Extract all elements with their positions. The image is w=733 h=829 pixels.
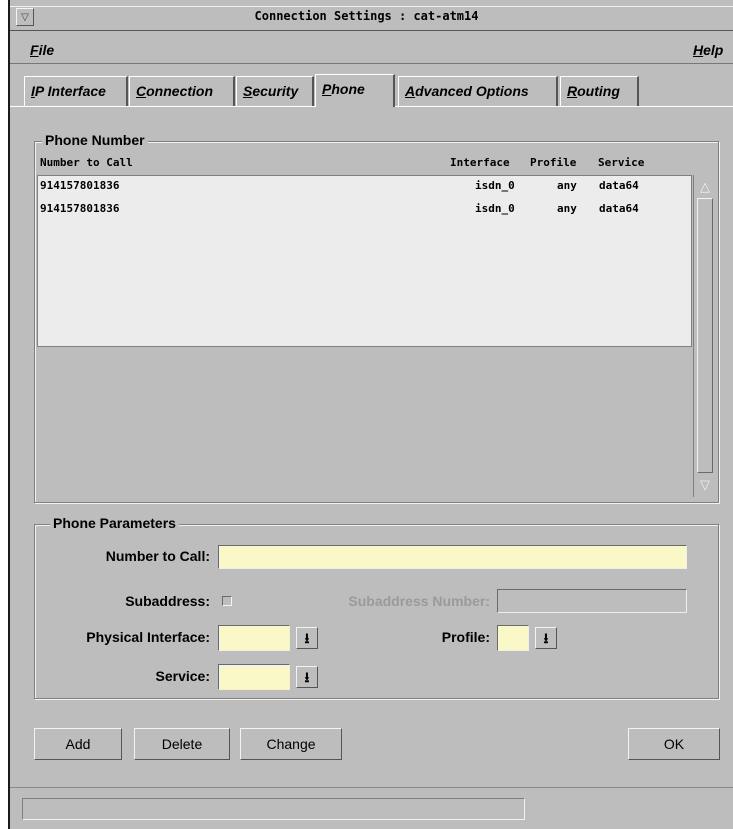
tab-label: outing <box>577 83 620 99</box>
tab-routing[interactable]: Routing <box>560 76 639 106</box>
subaddress-checkbox[interactable] <box>222 596 232 606</box>
scroll-down-arrow-icon[interactable]: ▽ <box>696 476 714 494</box>
tab-advanced-options[interactable]: Advanced Options <box>398 76 558 106</box>
column-header-number[interactable]: Number to Call <box>40 156 133 169</box>
change-button[interactable]: Change <box>240 728 342 760</box>
window-title: Connection Settings : cat-atm14 <box>254 9 479 23</box>
row-number: 914157801836 <box>40 202 120 215</box>
window-border <box>8 0 10 829</box>
delete-button[interactable]: Delete <box>134 728 230 760</box>
physical-interface-dropdown-icon[interactable]: ⭳ <box>296 627 318 649</box>
number-to-call-label: Number to Call: <box>105 548 210 564</box>
row-interface: isdn_0 <box>475 202 515 215</box>
physical-interface-label: Physical Interface: <box>86 629 210 645</box>
menu-bar <box>10 36 733 64</box>
row-number: 914157801836 <box>40 179 120 192</box>
profile-field[interactable] <box>497 625 529 651</box>
table-row[interactable]: 914157801836 isdn_0 any data64 <box>38 194 691 215</box>
menu-help-mnemonic: H <box>693 42 704 58</box>
tab-ip-interface[interactable]: IP Interface <box>24 76 128 106</box>
tab-label: onnection <box>146 83 214 99</box>
tab-mnemonic: C <box>136 83 147 99</box>
scrollbar-thumb[interactable] <box>697 198 713 473</box>
phone-parameters-legend: Phone Parameters <box>50 515 179 531</box>
tab-mnemonic: P <box>322 81 332 97</box>
column-header-service[interactable]: Service <box>598 156 644 169</box>
row-profile: any <box>557 202 577 215</box>
tab-label: hone <box>331 81 365 97</box>
row-service: data64 <box>599 179 639 192</box>
tab-phone[interactable]: Phone <box>315 74 395 107</box>
column-header-interface[interactable]: Interface <box>450 156 510 169</box>
tab-mnemonic: A <box>405 83 416 99</box>
status-bar <box>22 798 525 820</box>
number-to-call-input[interactable] <box>218 545 687 569</box>
scroll-up-arrow-icon[interactable]: △ <box>696 178 714 196</box>
tab-label: dvanced Options <box>415 83 529 99</box>
phone-number-list[interactable]: 914157801836 isdn_0 any data64 914157801… <box>37 175 692 347</box>
tab-security[interactable]: Security <box>236 76 314 106</box>
table-row[interactable]: 914157801836 isdn_0 any data64 <box>38 176 691 194</box>
service-dropdown-icon[interactable]: ⭳ <box>296 666 318 688</box>
profile-label: Profile: <box>441 629 490 645</box>
physical-interface-field[interactable] <box>218 625 290 651</box>
menu-file-mnemonic: F <box>30 42 39 58</box>
row-profile: any <box>557 179 577 192</box>
add-button[interactable]: Add <box>34 728 122 760</box>
tab-label: ecurity <box>252 83 299 99</box>
tab-mnemonic: S <box>243 83 253 99</box>
menu-file[interactable]: File <box>30 42 54 58</box>
menu-help-label: elp <box>703 42 724 58</box>
ok-button[interactable]: OK <box>628 728 720 760</box>
separator <box>10 787 733 788</box>
tab-label: P Interface <box>34 83 106 99</box>
menu-help[interactable]: Help <box>693 42 723 58</box>
profile-dropdown-icon[interactable]: ⭳ <box>535 627 557 649</box>
subaddress-number-input[interactable] <box>497 589 687 613</box>
subaddress-label: Subaddress: <box>125 593 210 609</box>
row-interface: isdn_0 <box>475 179 515 192</box>
service-field[interactable] <box>218 664 290 690</box>
service-label: Service: <box>155 668 210 684</box>
phone-number-legend: Phone Number <box>42 132 148 148</box>
tab-mnemonic: R <box>567 83 578 99</box>
row-service: data64 <box>599 202 639 215</box>
menu-file-label: ile <box>38 42 55 58</box>
subaddress-number-label: Subaddress Number: <box>348 593 490 609</box>
column-header-profile[interactable]: Profile <box>530 156 576 169</box>
tab-connection[interactable]: Connection <box>129 76 235 106</box>
